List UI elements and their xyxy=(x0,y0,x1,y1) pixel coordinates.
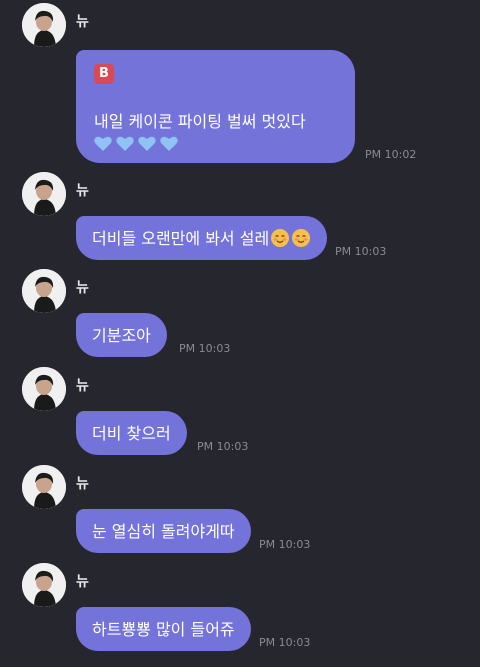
blue-heart-icon xyxy=(160,136,178,151)
profile-photo-icon xyxy=(22,269,66,313)
sender-name: 뉴 xyxy=(76,14,89,30)
sender-name: 뉴 xyxy=(76,280,89,296)
profile-photo-icon xyxy=(22,465,66,509)
message-group: 뉴 더비 찾으러 PM 10:03 xyxy=(0,367,480,457)
message-text: 내일 케이콘 파이팅 벌써 멋있다 xyxy=(94,112,306,131)
avatar[interactable] xyxy=(22,563,66,607)
message-text: 더비들 오랜만에 봐서 설레 xyxy=(92,229,270,248)
message-group: 뉴 하트뿅뿅 많이 들어쥬 PM 10:03 xyxy=(0,563,480,653)
app-badge-icon: B xyxy=(94,64,114,84)
smiling-face-icon xyxy=(292,229,311,247)
profile-photo-icon xyxy=(22,563,66,607)
message-group: 뉴 B 내일 케이콘 파이팅 벌써 멋있다 PM 10:02 xyxy=(0,3,480,163)
message-bubble[interactable]: 하트뿅뿅 많이 들어쥬 xyxy=(76,607,251,651)
blue-heart-icon xyxy=(116,136,134,151)
message-bubble[interactable]: 눈 열심히 돌려야게따 xyxy=(76,509,251,553)
message-text: 기분조아 xyxy=(92,326,151,345)
timestamp: PM 10:03 xyxy=(335,245,387,258)
blue-heart-icon xyxy=(94,136,112,151)
profile-photo-icon xyxy=(22,172,66,216)
sender-name: 뉴 xyxy=(76,183,89,199)
message-group: 뉴 눈 열심히 돌려야게따 PM 10:03 xyxy=(0,465,480,555)
smiling-face-icon xyxy=(271,229,290,247)
timestamp: PM 10:03 xyxy=(259,538,311,551)
avatar[interactable] xyxy=(22,367,66,411)
message-group: 뉴 기분조아 PM 10:03 xyxy=(0,269,480,359)
message-text: 더비 찾으러 xyxy=(92,424,171,443)
hearts-row xyxy=(93,134,179,154)
message-bubble[interactable]: 기분조아 xyxy=(76,313,167,357)
avatar[interactable] xyxy=(22,172,66,216)
message-bubble[interactable]: B 내일 케이콘 파이팅 벌써 멋있다 xyxy=(76,50,355,163)
blue-heart-icon xyxy=(138,136,156,151)
message-group: 뉴 더비들 오랜만에 봐서 설레 PM 10:03 xyxy=(0,172,480,262)
message-bubble[interactable]: 더비들 오랜만에 봐서 설레 xyxy=(76,216,328,260)
timestamp: PM 10:02 xyxy=(365,148,417,161)
message-text: 하트뿅뿅 많이 들어쥬 xyxy=(92,620,235,639)
avatar[interactable] xyxy=(22,465,66,509)
message-text: 눈 열심히 돌려야게따 xyxy=(92,522,235,541)
timestamp: PM 10:03 xyxy=(179,342,231,355)
avatar[interactable] xyxy=(22,269,66,313)
message-bubble[interactable]: 더비 찾으러 xyxy=(76,411,187,455)
sender-name: 뉴 xyxy=(76,574,89,590)
sender-name: 뉴 xyxy=(76,378,89,394)
avatar[interactable] xyxy=(22,3,66,47)
profile-photo-icon xyxy=(22,3,66,47)
timestamp: PM 10:03 xyxy=(197,440,249,453)
timestamp: PM 10:03 xyxy=(259,636,311,649)
sender-name: 뉴 xyxy=(76,476,89,492)
profile-photo-icon xyxy=(22,367,66,411)
